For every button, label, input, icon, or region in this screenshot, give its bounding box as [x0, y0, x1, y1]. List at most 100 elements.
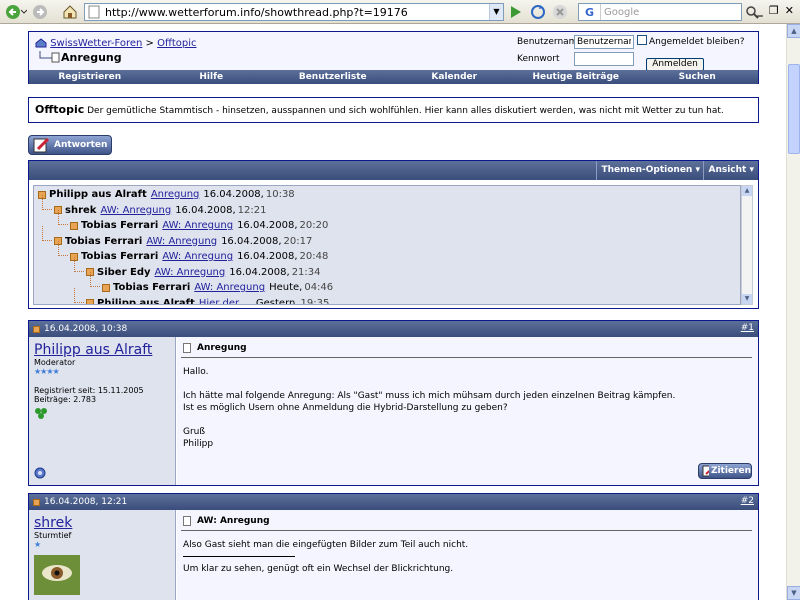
- tree-connector: [42, 194, 52, 210]
- username-input[interactable]: [574, 35, 634, 49]
- tree-row[interactable]: Philipp aus Alraft Hier der ... Gestern, 19…: [74, 287, 329, 305]
- post-number-link[interactable]: #1: [741, 323, 754, 333]
- tree-post-link[interactable]: Hier der ...: [199, 298, 252, 305]
- view-menu[interactable]: Ansicht ▾: [703, 161, 758, 180]
- reply-button[interactable]: Antworten: [28, 135, 112, 155]
- nav-register[interactable]: Registrieren: [29, 70, 151, 84]
- nav-help[interactable]: Hilfe: [151, 70, 273, 84]
- minimize-icon[interactable]: _: [757, 4, 763, 17]
- nav-calendar[interactable]: Kalender: [394, 70, 516, 84]
- address-dropdown-icon[interactable]: ▼: [489, 4, 503, 20]
- stop-button[interactable]: [552, 3, 568, 21]
- tree-date: 16.04.2008,: [175, 204, 236, 216]
- tree-time: 10:38: [265, 189, 295, 200]
- tree-post-link[interactable]: AW: Anregung: [146, 236, 217, 247]
- quote-button[interactable]: Zitieren: [698, 463, 752, 479]
- forum-name: Offtopic: [35, 103, 85, 116]
- post-document-icon: [183, 516, 191, 526]
- tree-post-link[interactable]: AW: Anregung: [162, 251, 233, 262]
- tree-post-link[interactable]: AW: Anregung: [194, 282, 265, 293]
- scroll-up-icon[interactable]: ▲: [787, 24, 800, 38]
- signature-divider: [183, 551, 295, 557]
- user-avatar: [34, 555, 80, 595]
- quote-label: Zitieren: [710, 466, 751, 476]
- post-author-link[interactable]: shrek: [34, 515, 175, 531]
- post-title-text: Anregung: [197, 343, 247, 353]
- address-bar[interactable]: http://www.wetterforum.info/showthread.p…: [84, 3, 504, 21]
- post-author-link[interactable]: Philipp aus Alraft: [34, 342, 175, 358]
- tree-row[interactable]: Philipp aus Alraft Anregung 16.04.2008, 10:…: [38, 187, 295, 202]
- tree-scroll-down-icon[interactable]: ▼: [742, 294, 752, 304]
- post-number-link[interactable]: #2: [741, 496, 754, 506]
- tree-time: 20:20: [299, 220, 329, 231]
- tree-post-link[interactable]: AW: Anregung: [100, 205, 171, 216]
- view-label: Ansicht: [708, 165, 747, 175]
- restore-icon[interactable]: ❐: [769, 4, 779, 17]
- user-post-count: Beiträge: 2.783: [34, 395, 97, 404]
- nav-box: SwissWetter-Foren > Offtopic Anregung Be…: [28, 31, 759, 84]
- tree-row[interactable]: Siber Edy AW: Anregung 16.04.2008, 21:34: [74, 256, 321, 280]
- nav-todays-posts[interactable]: Heutige Beiträge: [515, 70, 637, 84]
- forward-icon: [33, 5, 47, 19]
- tree-author: Philipp aus Alraft: [49, 189, 147, 200]
- reputation-clover-icon: [35, 408, 47, 419]
- tree-time: 20:17: [283, 235, 313, 247]
- tree-row[interactable]: Tobias Ferrari AW: Anregung 16.04.2008, 20:…: [58, 210, 329, 233]
- tree-scroll-up-icon[interactable]: ▲: [742, 186, 752, 196]
- remember-checkbox[interactable]: [637, 35, 647, 45]
- password-input[interactable]: [574, 52, 634, 66]
- reload-button[interactable]: [530, 3, 546, 21]
- post-icon: [86, 299, 94, 304]
- forum-description-text: Der gemütliche Stammtisch - hinsetzen, a…: [87, 106, 724, 116]
- scroll-down-icon[interactable]: ▼: [787, 586, 800, 600]
- breadcrumb: SwissWetter-Foren > Offtopic: [35, 38, 197, 49]
- tree-connector: [42, 225, 52, 241]
- reload-icon: [531, 5, 545, 19]
- post-date: 16.04.2008, 12:21: [44, 497, 128, 507]
- forward-button[interactable]: [31, 3, 51, 21]
- tree-author: Siber Edy: [97, 266, 151, 278]
- offline-status-icon: [34, 467, 46, 479]
- tree-post-link[interactable]: AW: Anregung: [162, 220, 233, 231]
- search-placeholder: Google: [604, 6, 640, 18]
- home-button[interactable]: [62, 3, 78, 21]
- tree-row[interactable]: Tobias Ferrari AW: Anregung 16.04.2008, 20:…: [58, 241, 329, 264]
- close-icon[interactable]: ✕: [785, 4, 794, 17]
- tree-scrollbar[interactable]: ▲ ▼: [741, 185, 753, 305]
- rank-stars-icon: ★★★★: [34, 367, 60, 376]
- tree-author: shrek: [65, 204, 97, 216]
- back-button[interactable]: [3, 3, 29, 21]
- tree-author: Philipp aus Alraft: [97, 297, 195, 305]
- page-scrollbar[interactable]: ▲ ▼: [786, 24, 800, 600]
- tree-row[interactable]: Tobias Ferrari AW: Anregung 16.04.2008, 20:…: [42, 225, 313, 249]
- post-date: 16.04.2008, 10:38: [44, 324, 128, 334]
- window-controls: _ ❐ ✕: [757, 4, 794, 17]
- tree-row[interactable]: shrek AW: Anregung 16.04.2008, 12:21: [42, 194, 267, 218]
- tree-time: 04:46: [304, 282, 334, 293]
- thread-options-menu[interactable]: Themen-Optionen ▾: [596, 161, 704, 180]
- tree-row[interactable]: Tobias Ferrari AW: Anregung Heute, 04:46: [90, 272, 334, 295]
- page-title: Anregung: [61, 51, 122, 64]
- breadcrumb-root-link[interactable]: SwissWetter-Foren: [50, 38, 142, 49]
- post-body-line: Ist es möglich Usern ohne Anmeldung die …: [183, 403, 508, 413]
- tree-time: 21:34: [291, 266, 321, 278]
- tree-time: 12:21: [237, 204, 267, 216]
- tree-date: 16.04.2008,: [237, 220, 298, 231]
- search-box[interactable]: G Google: [578, 3, 742, 21]
- tree-date: Heute,: [269, 282, 303, 293]
- google-icon[interactable]: G: [579, 4, 601, 20]
- go-button[interactable]: [508, 3, 524, 21]
- tree-author: Tobias Ferrari: [81, 220, 159, 231]
- nav-search[interactable]: Suchen: [637, 70, 759, 84]
- scroll-thumb[interactable]: [788, 64, 800, 154]
- tree-post-link[interactable]: Anregung: [151, 189, 200, 200]
- breadcrumb-forum-link[interactable]: Offtopic: [157, 38, 196, 49]
- tree-connector: [58, 210, 68, 225]
- post-body-line: [183, 414, 758, 426]
- tree-post-link[interactable]: AW: Anregung: [155, 267, 226, 278]
- post-icon: [33, 498, 40, 506]
- page-icon: [88, 5, 100, 19]
- tree-time: 20:48: [299, 251, 329, 262]
- nav-memberlist[interactable]: Benutzerliste: [272, 70, 394, 84]
- tree-date: Gestern,: [255, 297, 299, 305]
